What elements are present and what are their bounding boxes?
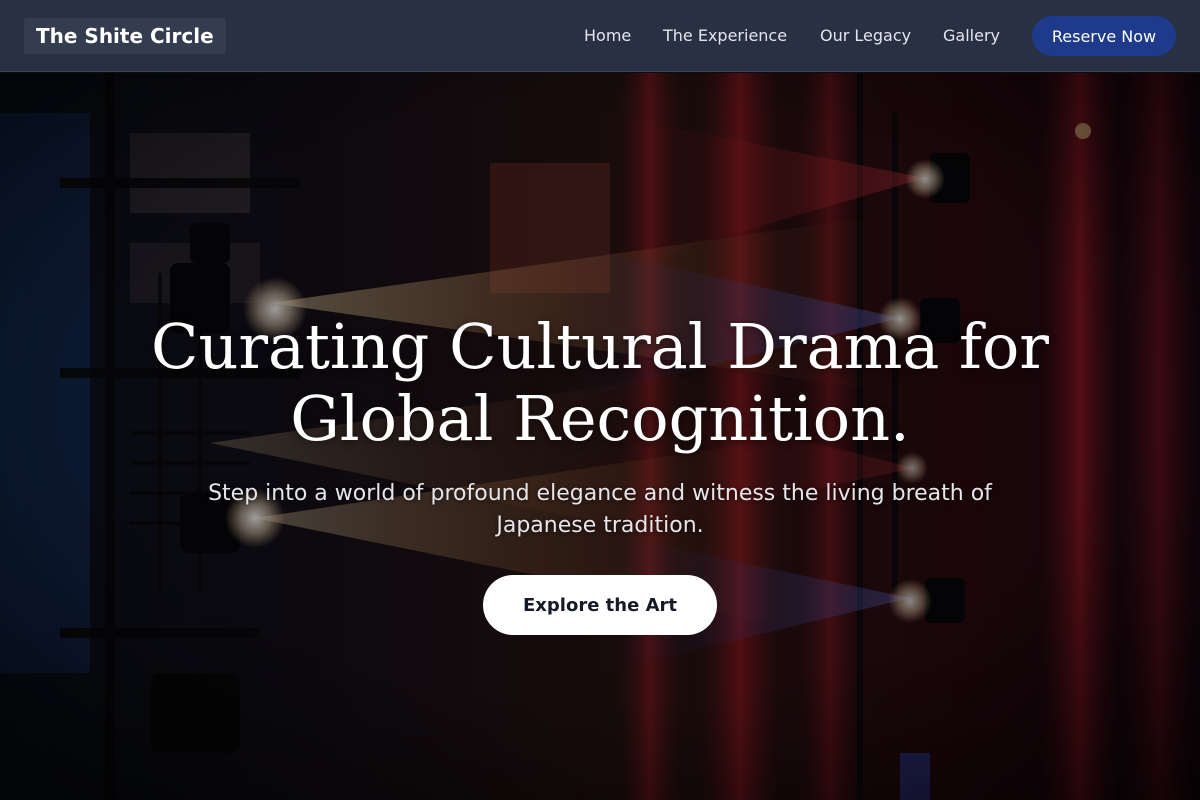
nav-link-gallery[interactable]: Gallery — [943, 24, 1000, 48]
navbar: The Shite Circle Home The Experience Our… — [0, 0, 1200, 72]
hero-content: Curating Cultural Drama for Global Recog… — [0, 73, 1200, 800]
hero-title-line-1: Curating Cultural Drama for — [151, 310, 1049, 383]
nav-link-home[interactable]: Home — [584, 24, 631, 48]
hero-section: Curating Cultural Drama for Global Recog… — [0, 73, 1200, 800]
nav-links: Home The Experience Our Legacy Gallery — [0, 0, 1200, 72]
nav-link-legacy[interactable]: Our Legacy — [820, 24, 911, 48]
hero-subtitle-line-1: Step into a world of profound elegance a… — [208, 481, 992, 506]
hero-title-line-2: Global Recognition. — [290, 382, 910, 455]
nav-link-experience[interactable]: The Experience — [663, 24, 787, 48]
hero-subtitle: Step into a world of profound elegance a… — [160, 478, 1040, 542]
explore-the-art-button[interactable]: Explore the Art — [483, 575, 717, 635]
reserve-now-button[interactable]: Reserve Now — [1032, 16, 1176, 56]
hero-title: Curating Cultural Drama for Global Recog… — [100, 311, 1100, 455]
hero-subtitle-line-2: Japanese tradition. — [496, 513, 704, 538]
